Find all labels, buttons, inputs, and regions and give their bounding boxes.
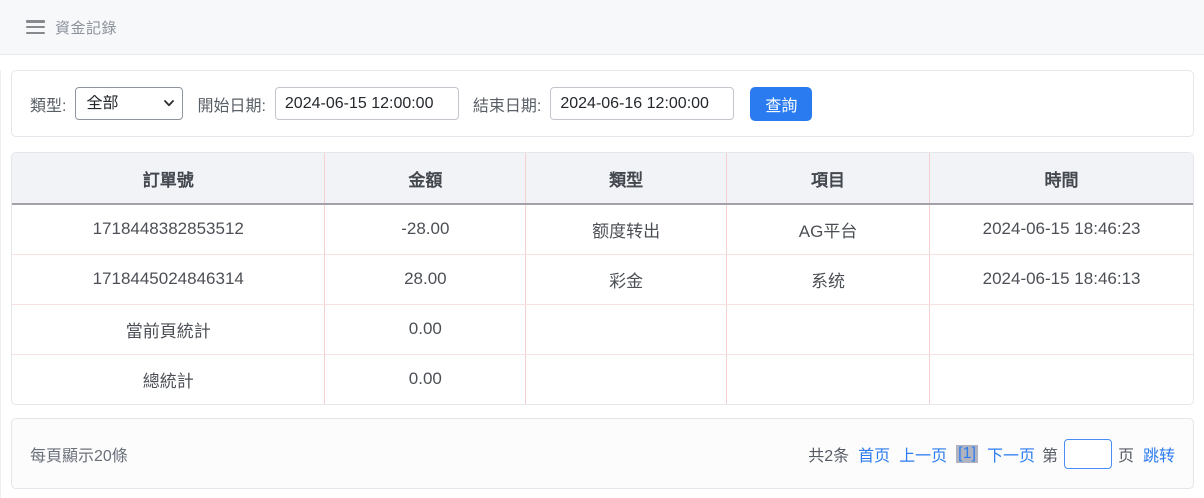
page-jump-input[interactable] [1064,439,1112,469]
cell-summary-amount: 0.00 [325,304,526,354]
cell-empty [930,354,1193,404]
cell-amount: -28.00 [325,204,526,254]
table-row: 1718448382853512 -28.00 额度转出 AG平台 2024-0… [12,204,1193,254]
first-page-link[interactable]: 首页 [858,442,890,466]
pager: 共2条 首页 上一页 [1] 下一页 第 页 跳转 [808,439,1175,469]
cell-project: 系统 [726,254,929,304]
cell-empty [526,354,727,404]
cell-order-no: 1718445024846314 [12,254,325,304]
table-row-page-summary: 當前頁統計 0.00 [12,304,1193,354]
jump-prefix-label: 第 [1042,442,1058,466]
column-header-project: 項目 [726,153,929,204]
table-row-total-summary: 總統計 0.00 [12,354,1193,404]
next-page-link[interactable]: 下一页 [987,442,1035,466]
hamburger-menu-icon[interactable] [26,20,45,34]
current-page-indicator: [1] [956,445,978,463]
column-header-amount: 金額 [325,153,526,204]
start-date-input[interactable] [275,87,459,120]
cell-empty [726,354,929,404]
end-date-label: 結束日期: [473,92,541,116]
column-header-order-no: 訂單號 [12,153,325,204]
page-title: 資金記錄 [55,17,117,38]
pagination-bar: 每頁顯示20條 共2条 首页 上一页 [1] 下一页 第 页 跳转 [11,418,1194,489]
cell-type: 彩金 [526,254,727,304]
per-page-text: 每頁顯示20條 [30,442,128,466]
cell-project: AG平台 [726,204,929,254]
cell-empty [726,304,929,354]
cell-type: 额度转出 [526,204,727,254]
jump-link[interactable]: 跳转 [1143,442,1175,466]
cell-amount: 28.00 [325,254,526,304]
cell-empty [526,304,727,354]
start-date-label: 開始日期: [197,92,265,116]
cell-empty [930,304,1193,354]
type-filter-label: 類型: [30,92,66,116]
prev-page-link[interactable]: 上一页 [899,442,947,466]
type-select[interactable]: 全部 [75,87,183,120]
filter-panel: 類型: 全部 開始日期: 結束日期: 查詢 [11,70,1194,137]
end-date-input[interactable] [550,87,734,120]
top-bar: 資金記錄 [0,0,1204,55]
records-table-wrap: 訂單號 金額 類型 項目 時間 1718448382853512 -28.00 … [11,152,1194,405]
main-content: 類型: 全部 開始日期: 結束日期: 查詢 訂單號 金額 類型 [0,70,1204,498]
records-table: 訂單號 金額 類型 項目 時間 1718448382853512 -28.00 … [12,153,1193,404]
type-select-wrap: 全部 [75,87,183,120]
cell-time: 2024-06-15 18:46:13 [930,254,1193,304]
cell-summary-label: 當前頁統計 [12,304,325,354]
cell-summary-amount: 0.00 [325,354,526,404]
jump-suffix-label: 页 [1118,442,1134,466]
table-header-row: 訂單號 金額 類型 項目 時間 [12,153,1193,204]
cell-order-no: 1718448382853512 [12,204,325,254]
search-button[interactable]: 查詢 [750,87,812,121]
cell-time: 2024-06-15 18:46:23 [930,204,1193,254]
table-row: 1718445024846314 28.00 彩金 系统 2024-06-15 … [12,254,1193,304]
column-header-time: 時間 [930,153,1193,204]
cell-summary-label: 總統計 [12,354,325,404]
column-header-type: 類型 [526,153,727,204]
total-count-text: 共2条 [808,442,849,466]
